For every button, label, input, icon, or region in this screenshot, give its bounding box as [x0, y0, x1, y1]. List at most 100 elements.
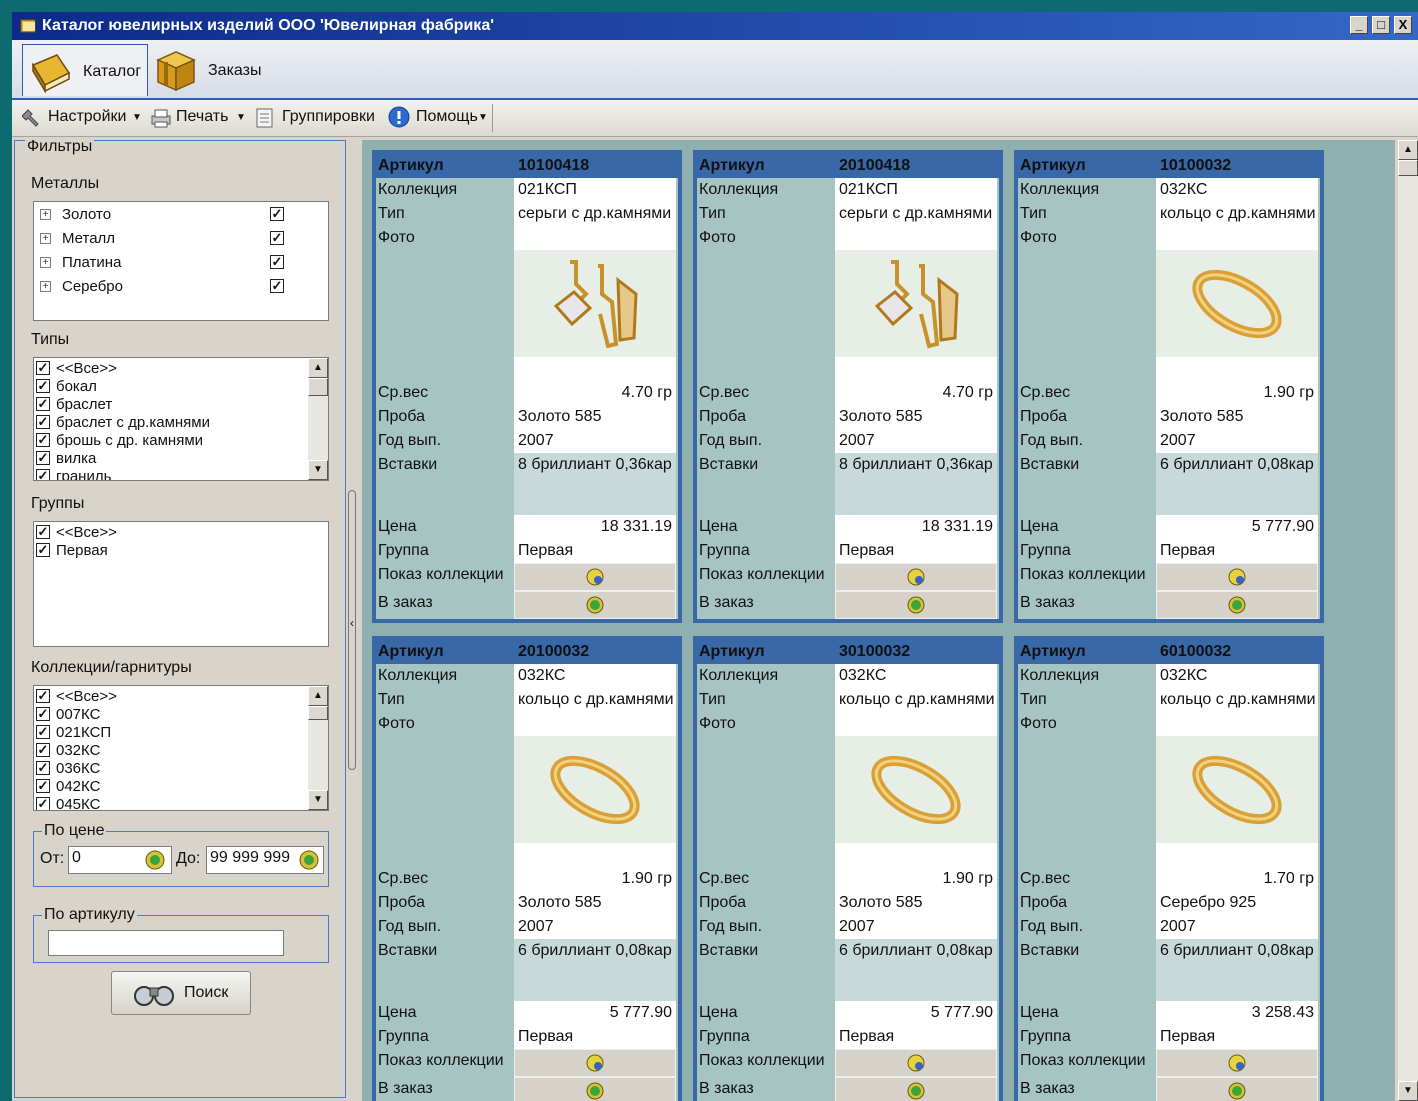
- title-bar[interactable]: Каталог ювелирных изделий ООО 'Ювелирная…: [12, 12, 1418, 40]
- metal-item-silver[interactable]: + Серебро ✓: [36, 278, 326, 296]
- year-row: Год вып. 2007: [697, 915, 999, 939]
- types-scrollbar[interactable]: ▲ ▼: [308, 358, 328, 480]
- show-collection-button[interactable]: [1156, 563, 1318, 591]
- article-value: 10100418: [518, 157, 590, 174]
- panel-splitter[interactable]: ‹: [348, 140, 362, 1098]
- product-card[interactable]: Артикул 10100418 Коллекция 021КСП Тип серьги …: [372, 150, 682, 623]
- metal-checkbox[interactable]: ✓: [270, 207, 284, 221]
- group-checkbox[interactable]: ✓: [36, 525, 50, 539]
- type-checkbox[interactable]: ✓: [36, 451, 50, 465]
- show-collection-button[interactable]: [835, 1049, 997, 1077]
- collapse-arrow-icon[interactable]: ‹: [350, 616, 354, 630]
- tab-orders[interactable]: Заказы: [152, 44, 272, 96]
- add-to-order-button[interactable]: [835, 1077, 997, 1101]
- type-checkbox[interactable]: ✓: [36, 433, 50, 447]
- collection-checkbox[interactable]: ✓: [36, 761, 50, 775]
- groups-list[interactable]: ✓ <<Все>> ✓ Первая: [33, 521, 329, 647]
- product-card[interactable]: Артикул 20100418 Коллекция 021КСП Тип серьги …: [693, 150, 1003, 623]
- scroll-thumb[interactable]: [308, 706, 328, 720]
- probe-row: Проба Золото 585: [697, 891, 999, 915]
- add-to-order-button[interactable]: [514, 591, 676, 619]
- type-value: кольцо с др.камнями: [1156, 202, 1318, 226]
- collection-checkbox[interactable]: ✓: [36, 725, 50, 739]
- expand-icon[interactable]: +: [40, 233, 51, 244]
- metal-item-platinum[interactable]: + Платина ✓: [36, 254, 326, 272]
- apply-icon[interactable]: [298, 849, 320, 871]
- group-label: <<Все>>: [56, 524, 117, 541]
- show-collection-label: Показ коллекции: [699, 1052, 825, 1069]
- show-collection-button[interactable]: [1156, 1049, 1318, 1077]
- product-card[interactable]: Артикул 10100032 Коллекция 032КС Тип кольцо с…: [1014, 150, 1324, 623]
- show-collection-label: Показ коллекции: [378, 566, 504, 583]
- metal-item-metal[interactable]: + Металл ✓: [36, 230, 326, 248]
- types-list[interactable]: ✓ <<Все>> ✓ бокал ✓ браслет ✓ браслет с др.к…: [33, 357, 329, 481]
- product-photo[interactable]: [1156, 250, 1318, 357]
- add-to-order-button[interactable]: [1156, 1077, 1318, 1101]
- scroll-down-icon[interactable]: ▼: [1398, 1081, 1418, 1101]
- metal-item-gold[interactable]: + Золото ✓: [36, 206, 326, 224]
- group-checkbox[interactable]: ✓: [36, 543, 50, 557]
- groups-label: Группы: [31, 495, 85, 512]
- expand-icon[interactable]: +: [40, 281, 51, 292]
- type-label: <<Все>>: [56, 360, 117, 377]
- maximize-button[interactable]: □: [1372, 16, 1390, 34]
- scroll-up-icon[interactable]: ▲: [1398, 140, 1418, 160]
- type-checkbox[interactable]: ✓: [36, 469, 50, 480]
- tab-catalog[interactable]: Каталог: [22, 44, 148, 96]
- probe-row: Проба Золото 585: [697, 405, 999, 429]
- type-checkbox[interactable]: ✓: [36, 379, 50, 393]
- product-photo[interactable]: [514, 250, 676, 357]
- add-to-order-button[interactable]: [835, 591, 997, 619]
- add-to-order-button[interactable]: [514, 1077, 676, 1101]
- show-collection-button[interactable]: [835, 563, 997, 591]
- article-label: Артикул: [1020, 643, 1086, 660]
- product-card[interactable]: Артикул 30100032 Коллекция 032КС Тип кольцо с…: [693, 636, 1003, 1101]
- expand-icon[interactable]: +: [40, 209, 51, 220]
- collection-checkbox[interactable]: ✓: [36, 689, 50, 703]
- scroll-thumb[interactable]: [1398, 160, 1418, 176]
- product-card[interactable]: Артикул 20100032 Коллекция 032КС Тип кольцо с…: [372, 636, 682, 1101]
- metal-checkbox[interactable]: ✓: [270, 279, 284, 293]
- scroll-down-icon[interactable]: ▼: [308, 460, 328, 480]
- metal-checkbox[interactable]: ✓: [270, 255, 284, 269]
- product-photo[interactable]: [514, 736, 676, 843]
- search-button[interactable]: Поиск: [111, 971, 251, 1015]
- type-checkbox[interactable]: ✓: [36, 397, 50, 411]
- type-label: браслет с др.камнями: [56, 414, 210, 431]
- add-to-order-button[interactable]: [1156, 591, 1318, 619]
- scroll-up-icon[interactable]: ▲: [308, 358, 328, 378]
- collections-scrollbar[interactable]: ▲ ▼: [308, 686, 328, 810]
- type-checkbox[interactable]: ✓: [36, 415, 50, 429]
- apply-icon[interactable]: [144, 849, 166, 871]
- groupings-button[interactable]: Группировки: [256, 106, 380, 130]
- collection-label: 007КС: [56, 706, 101, 723]
- help-button[interactable]: Помощь ▼: [388, 106, 488, 130]
- catalog-scrollbar[interactable]: ▲ ▼: [1398, 140, 1418, 1101]
- article-input[interactable]: [48, 930, 284, 956]
- type-checkbox[interactable]: ✓: [36, 361, 50, 375]
- product-card[interactable]: Артикул 60100032 Коллекция 032КС Тип кольцо с…: [1014, 636, 1324, 1101]
- collection-checkbox[interactable]: ✓: [36, 779, 50, 793]
- collection-checkbox[interactable]: ✓: [36, 743, 50, 757]
- show-collection-button[interactable]: [514, 563, 676, 591]
- show-collection-button[interactable]: [514, 1049, 676, 1077]
- product-photo[interactable]: [1156, 736, 1318, 843]
- scroll-thumb[interactable]: [308, 378, 328, 396]
- product-photo[interactable]: [835, 250, 997, 357]
- collections-list[interactable]: ✓ <<Все>> ✓ 007КС ✓ 021КСП ✓ 032КС ✓ 036КС ✓ 0…: [33, 685, 329, 811]
- scroll-down-icon[interactable]: ▼: [308, 790, 328, 810]
- print-button[interactable]: Печать ▼: [150, 106, 246, 130]
- scroll-up-icon[interactable]: ▲: [308, 686, 328, 706]
- year-label: Год вып.: [378, 918, 442, 935]
- inserts-row: Вставки 6 бриллиант 0,08кар: [376, 939, 678, 1001]
- collection-checkbox[interactable]: ✓: [36, 707, 50, 721]
- settings-button[interactable]: Настройки ▼: [22, 106, 142, 130]
- metal-checkbox[interactable]: ✓: [270, 231, 284, 245]
- minimize-button[interactable]: _: [1350, 16, 1368, 34]
- collection-checkbox[interactable]: ✓: [36, 797, 50, 810]
- expand-icon[interactable]: +: [40, 257, 51, 268]
- collection-value: 021КСП: [835, 178, 997, 202]
- close-button[interactable]: X: [1394, 16, 1412, 34]
- product-photo[interactable]: [835, 736, 997, 843]
- splitter-grip[interactable]: [348, 490, 356, 770]
